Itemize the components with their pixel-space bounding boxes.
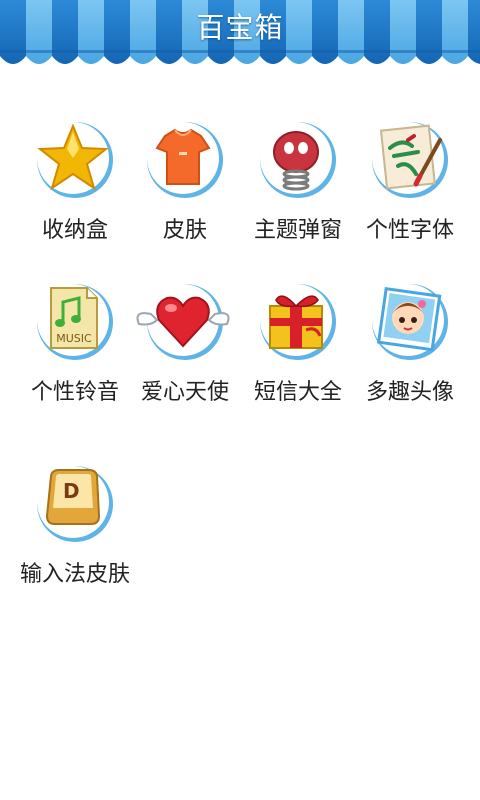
music-file-icon[interactable]: MUSIC xyxy=(33,280,117,364)
calligraphy-brush-icon[interactable] xyxy=(368,118,452,202)
spring-button-icon[interactable] xyxy=(256,118,340,202)
winged-heart-icon[interactable] xyxy=(136,280,230,364)
music-text: MUSIC xyxy=(56,332,92,345)
gift-box-icon[interactable] xyxy=(256,280,340,364)
app-label: 多趣头像 xyxy=(365,380,454,405)
app-grid: 收纳盒 皮肤 主题弹窗 个性字体 MUSIC 个性铃音 爱心天使 短信大全 多趣… xyxy=(0,0,480,800)
app-label: 输入法皮肤 xyxy=(19,562,130,587)
tshirt-icon[interactable] xyxy=(143,118,227,202)
star-icon[interactable] xyxy=(33,118,117,202)
avatar-photo-icon[interactable] xyxy=(368,280,452,364)
keyboard-key-icon[interactable]: D xyxy=(33,462,117,546)
key-letter: D xyxy=(63,479,80,503)
app-label: 个性字体 xyxy=(365,218,454,243)
